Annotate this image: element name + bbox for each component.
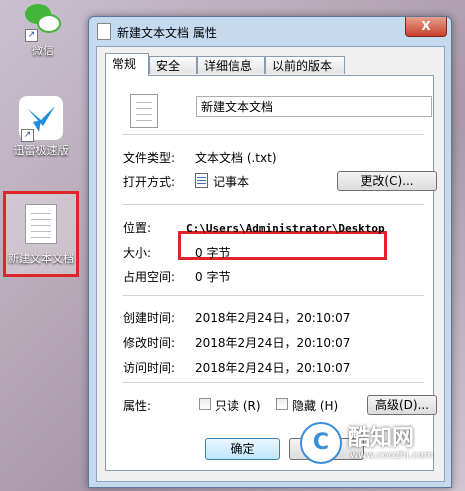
window-title: 新建文本文档 属性	[117, 26, 217, 40]
open-with-label: 打开方式:	[123, 175, 176, 189]
wechat-desktop-icon[interactable]: ↗ 微信	[8, 0, 78, 58]
location-value: C:\Users\Administrator\Desktop	[186, 222, 385, 235]
site-watermark: C 酷知网 www.coozhi.com	[300, 420, 460, 470]
modified-label: 修改时间:	[123, 336, 176, 350]
location-label: 位置:	[123, 221, 152, 235]
coozhi-logo-icon: C	[300, 422, 342, 464]
disk-size-label: 占用空间:	[123, 270, 176, 284]
created-value: 2018年2月24日，20:10:07	[195, 311, 351, 325]
desktop-icon-label: 微信	[32, 44, 54, 57]
title-bar[interactable]: 新建文本文档 属性 X	[89, 17, 451, 45]
close-button[interactable]: X	[405, 17, 447, 37]
xunlei-icon: ↗	[19, 96, 63, 142]
tab-previous-versions[interactable]: 以前的版本	[265, 56, 345, 74]
divider	[122, 204, 424, 205]
hidden-checkbox[interactable]	[276, 398, 288, 410]
tab-details[interactable]: 详细信息	[197, 56, 265, 74]
attributes-label: 属性:	[123, 399, 152, 413]
text-file-icon	[97, 23, 111, 40]
open-with-value: 记事本	[195, 173, 249, 190]
wechat-icon: ↗	[23, 0, 63, 42]
dialog-client-area: 常规 安全 详细信息 以前的版本 文件类型: 文本文档 (.txt) 打开方式:…	[96, 46, 445, 482]
file-type-label: 文件类型:	[123, 151, 176, 165]
ok-button[interactable]: 确定	[205, 438, 280, 460]
accessed-value: 2018年2月24日，20:10:07	[195, 361, 351, 375]
new-text-document-desktop-icon[interactable]: 新建文本文档	[3, 191, 79, 277]
properties-dialog: 新建文本文档 属性 X 常规 安全 详细信息 以前的版本 文件类型: 文本文档 …	[88, 16, 452, 488]
modified-value: 2018年2月24日，20:10:07	[195, 336, 351, 350]
divider	[122, 382, 424, 383]
xunlei-desktop-icon[interactable]: ↗ 迅雷极速版	[6, 96, 76, 158]
size-value: 0 字节	[195, 246, 231, 260]
hidden-label[interactable]: 隐藏 (H)	[292, 397, 338, 414]
created-label: 创建时间:	[123, 311, 176, 325]
divider	[122, 134, 424, 135]
open-with-app-name: 记事本	[213, 175, 250, 189]
file-type-value: 文本文档 (.txt)	[195, 151, 277, 165]
divider	[122, 295, 424, 296]
desktop-icon-label: 新建文本文档	[8, 252, 74, 265]
file-name-input[interactable]	[196, 96, 432, 117]
shortcut-arrow-icon: ↗	[25, 29, 38, 42]
text-file-icon	[25, 204, 57, 244]
shortcut-arrow-icon: ↗	[21, 129, 34, 142]
advanced-button[interactable]: 高级(D)...	[367, 395, 437, 415]
tab-general[interactable]: 常规	[105, 53, 149, 76]
watermark-brand: 酷知网	[348, 426, 415, 451]
notepad-icon	[195, 173, 208, 188]
disk-size-value: 0 字节	[195, 270, 231, 284]
change-button[interactable]: 更改(C)...	[337, 171, 437, 191]
general-tab-panel: 文件类型: 文本文档 (.txt) 打开方式: 记事本 更改(C)... 位置:…	[105, 75, 437, 471]
accessed-label: 访问时间:	[123, 361, 176, 375]
desktop-icon-label: 迅雷极速版	[13, 144, 69, 157]
size-label: 大小:	[123, 246, 152, 260]
readonly-label[interactable]: 只读 (R)	[215, 397, 261, 414]
tab-security[interactable]: 安全	[149, 56, 197, 74]
readonly-checkbox[interactable]	[199, 398, 211, 410]
watermark-url: www.coozhi.com	[350, 450, 434, 461]
text-file-icon	[130, 94, 158, 128]
